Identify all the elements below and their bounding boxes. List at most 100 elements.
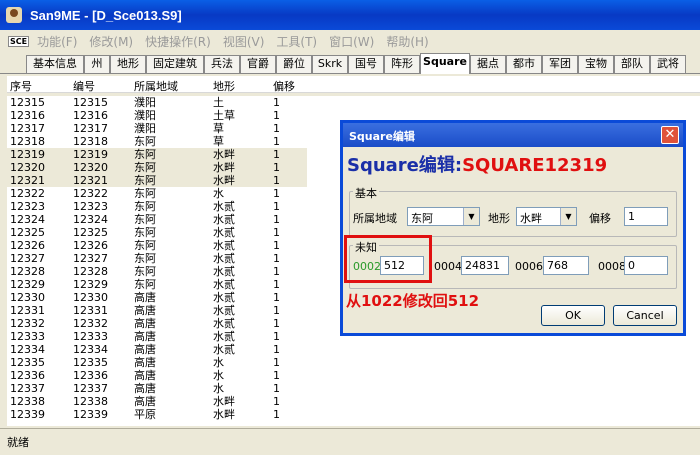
table-cell: 12316 <box>73 109 108 122</box>
menu-window[interactable]: 窗口(W) <box>329 33 374 50</box>
table-row[interactable]: 12338 12338 高唐 水畔 1 <box>7 395 307 408</box>
table-cell: 12320 <box>10 161 45 174</box>
col-region[interactable]: 所属地域 <box>134 78 178 94</box>
dialog-title-bar[interactable]: Square编辑 ✕ <box>343 123 683 147</box>
chevron-down-icon[interactable]: ▼ <box>463 208 479 225</box>
tab-tactics[interactable]: 兵法 <box>204 55 240 73</box>
table-cell: 高唐 <box>134 382 156 395</box>
field-0004-input[interactable]: 24831 <box>461 256 509 275</box>
table-cell: 1 <box>273 343 280 356</box>
table-cell: 12317 <box>73 122 108 135</box>
table-cell: 12333 <box>73 330 108 343</box>
status-text: 就绪 <box>7 436 29 449</box>
table-cell: 东阿 <box>134 174 156 187</box>
col-id[interactable]: 编号 <box>73 78 95 94</box>
tab-stronghold[interactable]: 据点 <box>470 55 506 73</box>
table-cell: 1 <box>273 148 280 161</box>
table-row[interactable]: 12329 12329 东阿 水贰 1 <box>7 278 307 291</box>
terrain-select[interactable]: 水畔 ▼ <box>516 207 577 226</box>
table-row[interactable]: 12323 12323 东阿 水贰 1 <box>7 200 307 213</box>
close-icon[interactable]: ✕ <box>661 126 679 144</box>
table-row[interactable]: 12337 12337 高唐 水 1 <box>7 382 307 395</box>
table-row[interactable]: 12319 12319 东阿 水畔 1 <box>7 148 307 161</box>
col-terrain[interactable]: 地形 <box>213 78 235 94</box>
table-cell: 12336 <box>73 369 108 382</box>
table-row[interactable]: 12325 12325 东阿 水贰 1 <box>7 226 307 239</box>
tab-square[interactable]: Square <box>420 53 470 74</box>
region-select[interactable]: 东阿 ▼ <box>407 207 480 226</box>
tab-general[interactable]: 武将 <box>650 55 686 73</box>
table-cell: 水贰 <box>213 304 235 317</box>
cancel-button[interactable]: Cancel <box>613 305 677 326</box>
tab-formation[interactable]: 阵形 <box>384 55 420 73</box>
table-row[interactable]: 12315 12315 濮阳 土 1 <box>7 96 307 109</box>
col-index[interactable]: 序号 <box>10 78 32 94</box>
terrain-select-value: 水畔 <box>520 212 542 225</box>
tab-city[interactable]: 都市 <box>506 55 542 73</box>
tab-country-name[interactable]: 国号 <box>348 55 384 73</box>
table-cell: 高唐 <box>134 343 156 356</box>
title-bar[interactable]: San9ME - [D_Sce013.S9] <box>0 0 700 30</box>
table-cell: 水贰 <box>213 278 235 291</box>
tab-basic-info[interactable]: 基本信息 <box>26 55 84 73</box>
tab-province[interactable]: 州 <box>84 55 110 73</box>
field-0006-input[interactable]: 768 <box>543 256 589 275</box>
table-row[interactable]: 12324 12324 东阿 水贰 1 <box>7 213 307 226</box>
tab-fixed-building[interactable]: 固定建筑 <box>146 55 204 73</box>
table-cell: 东阿 <box>134 213 156 226</box>
table-row[interactable]: 12322 12322 东阿 水 1 <box>7 187 307 200</box>
table-cell: 土 <box>213 96 224 109</box>
table-row[interactable]: 12316 12316 濮阳 土草 1 <box>7 109 307 122</box>
table-cell: 12338 <box>73 395 108 408</box>
table-row[interactable]: 12334 12334 高唐 水贰 1 <box>7 343 307 356</box>
table-cell: 高唐 <box>134 317 156 330</box>
table-row[interactable]: 12339 12339 平原 水畔 1 <box>7 408 307 421</box>
chevron-down-icon[interactable]: ▼ <box>560 208 576 225</box>
table-row[interactable]: 12335 12335 高唐 水 1 <box>7 356 307 369</box>
menu-edit[interactable]: 修改(M) <box>89 33 133 50</box>
field-0004-label: 0004 <box>434 260 462 273</box>
table-cell: 12339 <box>10 408 45 421</box>
table-cell: 12334 <box>10 343 45 356</box>
tab-corps[interactable]: 军团 <box>542 55 578 73</box>
table-row[interactable]: 12328 12328 东阿 水贰 1 <box>7 265 307 278</box>
table-row[interactable]: 12318 12318 东阿 草 1 <box>7 135 307 148</box>
table-cell: 水贰 <box>213 343 235 356</box>
menu-quick-ops[interactable]: 快捷操作(R) <box>145 33 211 50</box>
table-cell: 1 <box>273 304 280 317</box>
table-row[interactable]: 12321 12321 东阿 水畔 1 <box>7 174 307 187</box>
table-cell: 水贰 <box>213 226 235 239</box>
menu-help[interactable]: 帮助(H) <box>386 33 428 50</box>
tab-unit[interactable]: 部队 <box>614 55 650 73</box>
table-row[interactable]: 12327 12327 东阿 水贰 1 <box>7 252 307 265</box>
offset-input[interactable]: 1 <box>624 207 668 226</box>
table-cell: 东阿 <box>134 265 156 278</box>
table-row[interactable]: 12331 12331 高唐 水贰 1 <box>7 304 307 317</box>
menu-tools[interactable]: 工具(T) <box>276 33 317 50</box>
table-row[interactable]: 12336 12336 高唐 水 1 <box>7 369 307 382</box>
tab-terrain[interactable]: 地形 <box>110 55 146 73</box>
table-row[interactable]: 12317 12317 濮阳 草 1 <box>7 122 307 135</box>
menu-function[interactable]: 功能(F) <box>37 33 77 50</box>
tab-title[interactable]: 爵位 <box>276 55 312 73</box>
table-cell: 12315 <box>10 96 45 109</box>
field-0008-input[interactable]: 0 <box>624 256 668 275</box>
table-cell: 12335 <box>73 356 108 369</box>
table-row[interactable]: 12330 12330 高唐 水贰 1 <box>7 291 307 304</box>
dialog-heading-prefix: Square编辑: <box>347 155 463 176</box>
ok-button[interactable]: OK <box>541 305 605 326</box>
table-row[interactable]: 12332 12332 高唐 水贰 1 <box>7 317 307 330</box>
table-cell: 1 <box>273 122 280 135</box>
tab-official-rank[interactable]: 官爵 <box>240 55 276 73</box>
tab-skrk[interactable]: Skrk <box>312 55 348 73</box>
tab-treasure[interactable]: 宝物 <box>578 55 614 73</box>
menu-view[interactable]: 视图(V) <box>223 33 265 50</box>
sce-logo-icon: SCE <box>8 35 30 47</box>
col-offset[interactable]: 偏移 <box>273 78 295 94</box>
offset-label: 偏移 <box>589 212 611 225</box>
table-row[interactable]: 12320 12320 东阿 水畔 1 <box>7 161 307 174</box>
table-row[interactable]: 12333 12333 高唐 水贰 1 <box>7 330 307 343</box>
table-row[interactable]: 12326 12326 东阿 水贰 1 <box>7 239 307 252</box>
table-cell: 12316 <box>10 109 45 122</box>
table-cell: 12319 <box>73 148 108 161</box>
